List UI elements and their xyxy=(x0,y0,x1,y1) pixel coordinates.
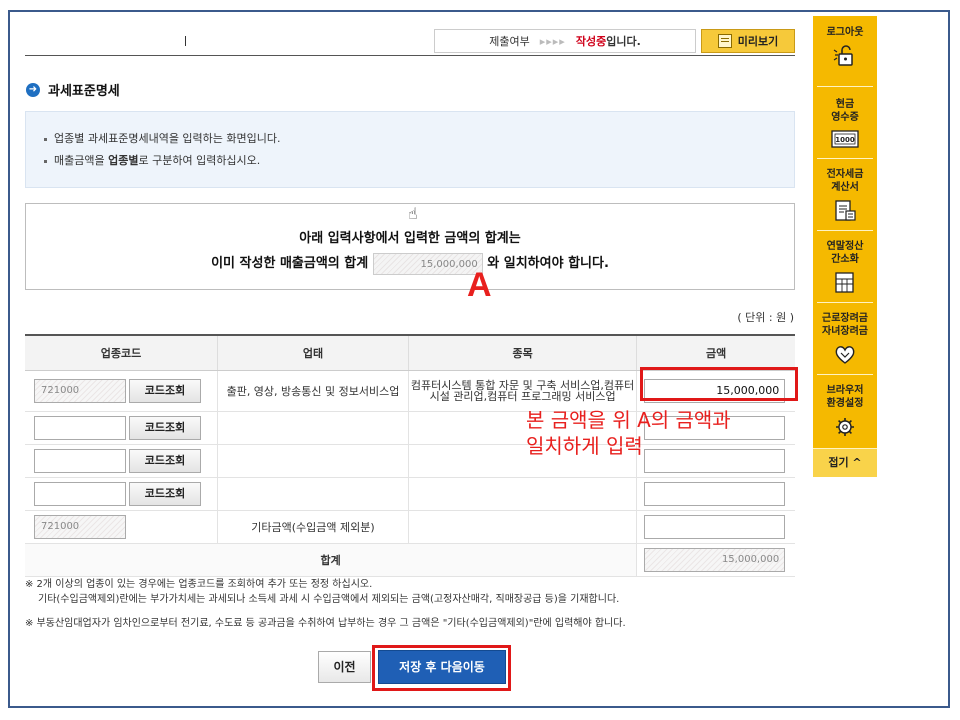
preview-button[interactable]: 미리보기 xyxy=(701,29,795,53)
header-divider xyxy=(25,55,795,56)
col-header-category: 업태 xyxy=(217,334,410,371)
preview-label: 미리보기 xyxy=(737,35,779,48)
text-cursor xyxy=(185,36,186,46)
code-lookup-button[interactable]: 코드조회 xyxy=(129,449,201,473)
sidebar-divider xyxy=(817,302,873,303)
form-icon xyxy=(835,272,854,293)
save-next-button[interactable]: 저장 후 다음이동 xyxy=(378,650,506,684)
status-state: 작성중 xyxy=(575,35,607,48)
hand-pointer-icon: ☝ xyxy=(408,204,418,223)
business-item-cell: 컴퓨터시스템 통합 자문 및 구축 서비스업,컴퓨터시설 관리업,컴퓨터 프로그… xyxy=(408,370,638,412)
other-amount-input[interactable] xyxy=(644,515,786,539)
industry-code-field: 721000 xyxy=(34,379,126,403)
total-row: 합계 15,000,000 xyxy=(25,543,795,577)
footnote-1: ※ 2개 이상의 업종이 있는 경우에는 업종코드를 조회하여 추가 또는 정정… xyxy=(25,579,620,605)
notice-line-2: 이미 작성한 매출금액의 합계 15,000,000 와 일치하여야 합니다. xyxy=(26,252,794,275)
footnote-2: ※ 부동산임대업자가 임차인으로부터 전기료, 수도료 등 공과금을 수취하여 … xyxy=(25,618,626,629)
other-code-field: 721000 xyxy=(34,515,126,539)
invoice-icon xyxy=(835,200,856,221)
section-heading: ➜ 과세표준명세 xyxy=(26,80,120,99)
code-lookup-button[interactable]: 코드조회 xyxy=(129,482,201,506)
sidebar-divider xyxy=(817,86,873,87)
amount-highlight-box xyxy=(640,367,798,401)
business-category-cell: 출판, 영상, 방송통신 및 정보서비스업 xyxy=(217,370,410,412)
amount-annotation: 본 금액을 위 A의 금액과 일치하게 입력 xyxy=(526,408,731,458)
total-amount-field: 15,000,000 xyxy=(644,548,786,572)
lock-icon xyxy=(833,45,853,66)
receipt-icon: 1000 xyxy=(831,130,859,148)
bullet-icon xyxy=(44,137,47,141)
sidebar-divider xyxy=(817,230,873,231)
e-tax-invoice-button[interactable]: 전자세금 계산서 xyxy=(813,168,877,223)
sidebar-divider xyxy=(817,158,873,159)
prev-button[interactable]: 이전 xyxy=(318,651,371,683)
code-lookup-button[interactable]: 코드조회 xyxy=(129,379,201,403)
cash-receipt-button[interactable]: 현금 영수증 1000 xyxy=(813,98,877,149)
gear-icon xyxy=(836,418,854,436)
incentive-button[interactable]: 근로장려금 자녀장려금 xyxy=(813,312,877,367)
quick-menu-sidebar: 로그아웃 현금 영수증 1000 전자세금 계산서 연말정산 간소화 근로장려금… xyxy=(813,16,877,477)
col-header-code: 업종코드 xyxy=(25,334,218,371)
unit-label: ( 단위 : 원 ) xyxy=(737,311,794,324)
other-amount-label: 기타금액(수입금액 제외분) xyxy=(217,510,410,544)
code-lookup-button[interactable]: 코드조회 xyxy=(129,416,201,440)
guide-box: 업종별 과세표준명세내역을 입력하는 화면입니다. 매출금액을 업종별로 구분하… xyxy=(25,111,795,188)
submission-status: 제출여부 ▸▸▸▸ 작성중 입니다. xyxy=(434,29,696,53)
page-title: 과세표준명세 xyxy=(48,84,120,99)
year-end-settlement-button[interactable]: 연말정산 간소화 xyxy=(813,240,877,295)
col-header-item: 종목 xyxy=(408,334,638,371)
table-row: 721000 기타금액(수입금액 제외분) xyxy=(25,510,795,544)
total-label: 합계 xyxy=(25,543,638,577)
arrow-circle-icon: ➜ xyxy=(26,82,40,97)
industry-code-input[interactable] xyxy=(34,449,126,473)
svg-text:1000: 1000 xyxy=(835,136,855,144)
sidebar-divider xyxy=(817,374,873,375)
bullet-icon xyxy=(44,159,47,163)
industry-code-input[interactable] xyxy=(34,416,126,440)
annotation-a: A xyxy=(467,266,492,304)
browser-settings-button[interactable]: 브라우저 환경설정 xyxy=(813,384,877,439)
document-icon xyxy=(717,34,732,48)
collapse-button[interactable]: 접기 ^ xyxy=(813,448,877,477)
status-arrows: ▸▸▸▸ xyxy=(539,34,566,48)
guide-line-1: 업종별 과세표준명세내역을 입력하는 화면입니다. xyxy=(44,128,776,150)
amount-input[interactable] xyxy=(644,482,786,506)
status-label: 제출여부 xyxy=(489,35,530,48)
heart-hand-icon xyxy=(835,346,855,364)
table-row: 코드조회 xyxy=(25,477,795,511)
table-header-row: 업종코드 업태 종목 금액 xyxy=(25,334,795,371)
logout-button[interactable]: 로그아웃 xyxy=(813,26,877,68)
guide-line-2: 매출금액을 업종별로 구분하여 입력하십시오. xyxy=(44,150,776,172)
industry-code-input[interactable] xyxy=(34,482,126,506)
col-header-amount: 금액 xyxy=(636,334,795,371)
notice-line-1: 아래 입력사항에서 입력한 금액의 합계는 xyxy=(299,231,521,246)
status-suffix: 입니다. xyxy=(606,35,641,48)
